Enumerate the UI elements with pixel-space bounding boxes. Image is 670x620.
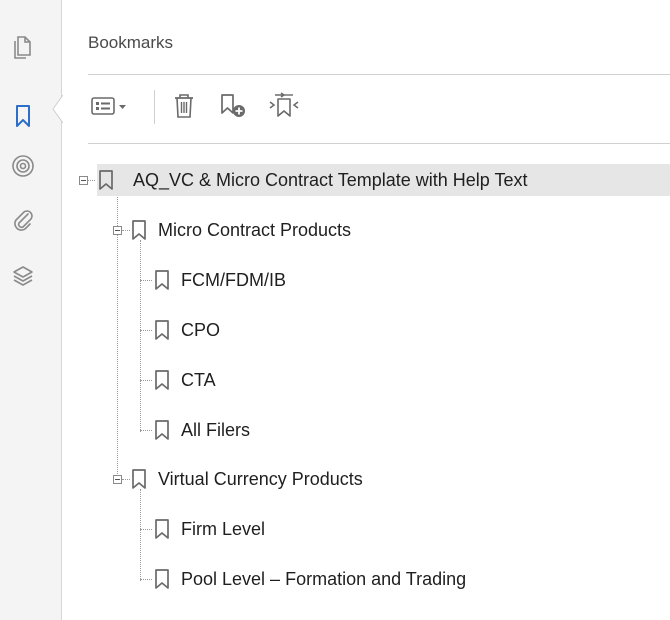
tree-line (140, 380, 152, 381)
bookmark-label: Pool Level – Formation and Trading (181, 568, 467, 589)
bookmark-icon (155, 270, 169, 290)
bookmark-icon (155, 519, 169, 539)
bookmark-label: Firm Level (181, 518, 266, 539)
signatures-button[interactable] (7, 150, 39, 182)
bookmark-item[interactable]: All Filers (153, 414, 250, 446)
bookmark-icon (132, 469, 146, 489)
tree-line (140, 330, 152, 331)
navigation-rail (0, 0, 64, 620)
bookmark-tree: AQ_VC & Micro Contract Template with Hel… (63, 0, 670, 620)
collapse-root-button[interactable] (79, 176, 88, 185)
tree-line (140, 430, 152, 431)
tree-line (122, 479, 130, 480)
bookmark-icon (155, 320, 169, 340)
bookmark-icon (155, 370, 169, 390)
bookmark-icon (155, 420, 169, 440)
layers-button[interactable] (7, 260, 39, 292)
signatures-icon (12, 155, 34, 177)
bookmark-label: Micro Contract Products (158, 219, 352, 240)
bookmark-label: All Filers (181, 419, 251, 440)
tree-line (140, 280, 152, 281)
tree-line (88, 180, 95, 181)
bookmark-item[interactable]: Virtual Currency Products (130, 463, 363, 495)
bookmark-label: CTA (181, 369, 216, 390)
pages-button[interactable] (7, 30, 39, 62)
bookmark-label: FCM/FDM/IB (181, 269, 286, 290)
bookmark-icon (16, 105, 30, 127)
tree-line (140, 579, 152, 580)
bookmark-item[interactable]: Firm Level (153, 513, 265, 545)
bookmark-label: CPO (181, 319, 221, 340)
bookmark-icon (99, 170, 113, 190)
pages-icon (14, 36, 31, 59)
bookmark-item[interactable]: CPO (153, 314, 220, 346)
tree-line (140, 489, 141, 581)
bookmark-item[interactable]: Micro Contract Products (130, 214, 351, 246)
tree-line (140, 240, 141, 432)
collapse-group-button[interactable] (113, 475, 122, 484)
bookmark-label: Virtual Currency Products (158, 468, 363, 489)
bookmark-item[interactable]: FCM/FDM/IB (153, 264, 286, 296)
bookmark-item[interactable]: CTA (153, 364, 216, 396)
bookmark-root[interactable]: AQ_VC & Micro Contract Template with Hel… (97, 164, 670, 196)
attachments-button[interactable] (7, 205, 39, 237)
layers-icon (13, 266, 33, 286)
bookmark-label: AQ_VC & Micro Contract Template with Hel… (133, 169, 528, 190)
tree-line (140, 529, 152, 530)
bookmark-icon (155, 569, 169, 589)
bookmarks-panel: Bookmarks AQ_VC & Micro Contract Templat… (63, 0, 670, 620)
bookmark-item[interactable]: Pool Level – Formation and Trading (153, 563, 466, 595)
bookmark-icon (132, 220, 146, 240)
bookmarks-button[interactable] (7, 100, 39, 132)
tree-line (122, 230, 130, 231)
attachments-icon (14, 210, 33, 231)
collapse-group-button[interactable] (113, 226, 122, 235)
